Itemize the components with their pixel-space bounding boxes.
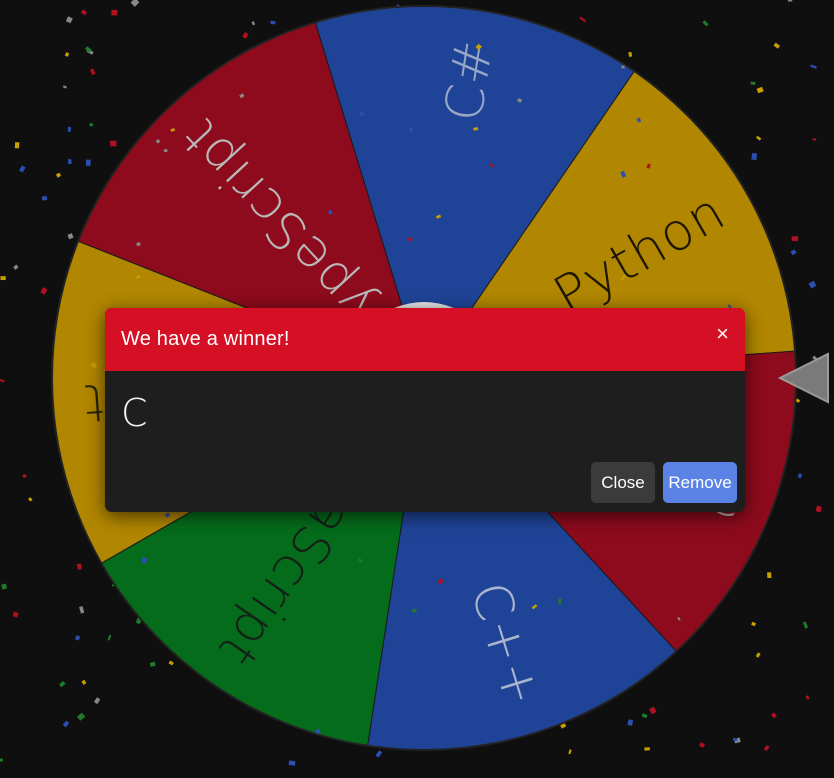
- confetti-piece: [1, 583, 7, 590]
- confetti-piece: [621, 65, 625, 69]
- confetti-piece: [64, 52, 70, 57]
- confetti-piece: [0, 758, 4, 763]
- winner-value: C: [121, 391, 148, 435]
- confetti-piece: [810, 64, 817, 69]
- confetti-piece: [771, 712, 777, 719]
- confetti-piece: [558, 598, 562, 605]
- confetti-piece: [649, 706, 657, 715]
- confetti-piece: [81, 679, 87, 685]
- confetti-piece: [76, 712, 86, 721]
- confetti-piece: [805, 695, 810, 700]
- dialog-title: We have a winner!: [121, 328, 290, 350]
- confetti-piece: [755, 652, 761, 658]
- triangle-pointer-icon: [777, 352, 829, 404]
- confetti-piece: [111, 9, 118, 16]
- confetti-piece: [85, 159, 91, 166]
- confetti-piece: [65, 16, 73, 24]
- confetti-piece: [812, 138, 817, 141]
- confetti-piece: [644, 747, 650, 751]
- confetti-piece: [767, 572, 772, 579]
- confetti-piece: [251, 21, 256, 26]
- confetti-piece: [802, 621, 809, 629]
- close-button[interactable]: Close: [591, 462, 655, 503]
- confetti-piece: [149, 661, 156, 667]
- confetti-piece: [0, 276, 6, 281]
- confetti-piece: [791, 236, 799, 242]
- confetti-piece: [40, 287, 48, 295]
- confetti-piece: [787, 0, 793, 2]
- confetti-piece: [89, 68, 96, 76]
- confetti-piece: [568, 749, 572, 755]
- confetti-piece: [750, 81, 756, 85]
- confetti-piece: [142, 557, 147, 564]
- confetti-piece: [628, 51, 633, 57]
- confetti-piece: [270, 20, 276, 25]
- confetti-piece: [79, 606, 85, 614]
- confetti-piece: [59, 681, 66, 688]
- confetti-piece: [755, 135, 762, 141]
- confetti-piece: [790, 249, 797, 256]
- confetti-piece: [627, 719, 634, 726]
- confetti-piece: [74, 635, 81, 641]
- remove-button[interactable]: Remove: [663, 462, 737, 503]
- confetti-piece: [168, 660, 174, 666]
- confetti-piece: [130, 0, 140, 7]
- confetti-piece: [763, 744, 770, 752]
- confetti-piece: [797, 473, 802, 479]
- confetti-piece: [579, 16, 586, 23]
- confetti-piece: [22, 473, 27, 478]
- confetti-piece: [0, 379, 5, 383]
- winner-dialog: We have a winner! × C Close Remove: [105, 308, 745, 512]
- confetti-piece: [756, 86, 764, 94]
- wheel-segment-label: C#: [434, 35, 506, 125]
- confetti-piece: [67, 126, 71, 132]
- confetti-piece: [93, 697, 101, 705]
- dialog-header: We have a winner! ×: [105, 308, 745, 371]
- confetti-piece: [67, 233, 74, 240]
- confetti-piece: [62, 85, 68, 89]
- confetti-piece: [55, 172, 62, 178]
- confetti-piece: [163, 149, 168, 153]
- confetti-piece: [751, 621, 756, 627]
- confetti-piece: [773, 42, 781, 49]
- confetti-piece: [67, 158, 72, 165]
- confetti-piece: [815, 505, 822, 513]
- confetti-piece: [19, 165, 26, 173]
- confetti-piece: [288, 760, 296, 766]
- confetti-piece: [641, 713, 648, 719]
- close-icon[interactable]: ×: [716, 322, 729, 345]
- confetti-piece: [751, 152, 758, 161]
- confetti-piece: [12, 611, 19, 618]
- confetti-piece: [699, 742, 705, 748]
- confetti-piece: [110, 140, 117, 147]
- confetti-piece: [77, 563, 82, 570]
- confetti-piece: [14, 142, 20, 149]
- confetti-piece: [41, 195, 48, 201]
- confetti-piece: [89, 123, 94, 127]
- confetti-piece: [409, 127, 413, 133]
- confetti-piece: [107, 634, 112, 641]
- confetti-piece: [62, 720, 70, 728]
- confetti-piece: [702, 20, 709, 27]
- confetti-piece: [412, 608, 417, 613]
- confetti-piece: [375, 750, 383, 758]
- confetti-piece: [808, 280, 817, 289]
- confetti-piece: [732, 737, 738, 742]
- confetti-piece: [80, 9, 88, 16]
- confetti-piece: [242, 31, 249, 39]
- confetti-piece: [28, 497, 33, 502]
- confetti-piece: [13, 264, 19, 270]
